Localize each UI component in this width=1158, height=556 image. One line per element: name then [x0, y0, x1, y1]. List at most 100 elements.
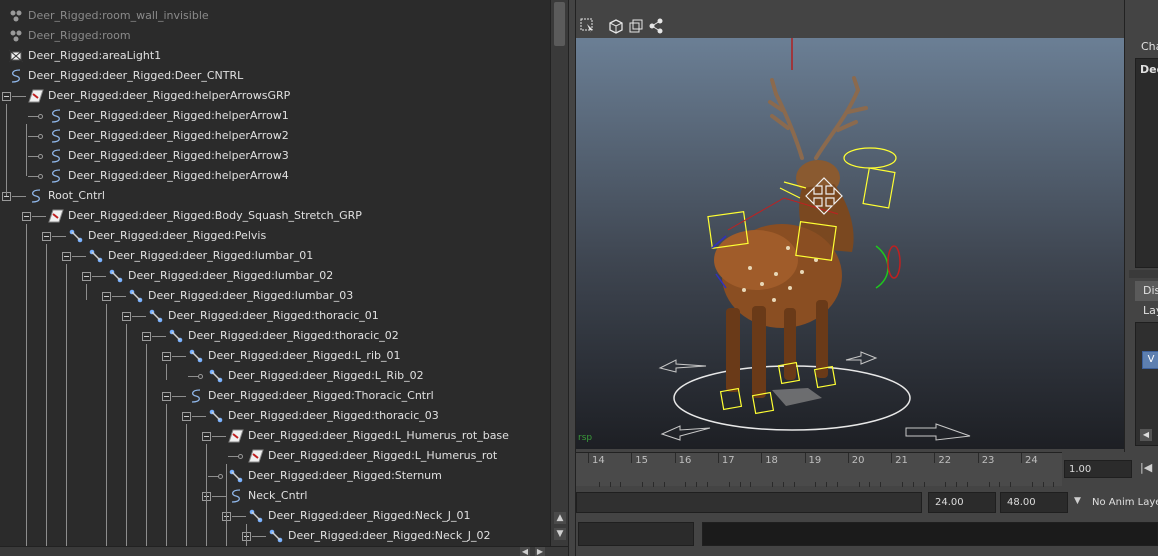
timeline-subtick: [696, 482, 698, 487]
anim-layer-dropdown-icon[interactable]: ▼: [1074, 496, 1081, 506]
time-slider[interactable]: 14 15 16 17 18 19 20 21 22 23 24: [576, 452, 1062, 487]
outliner-item[interactable]: Deer_Rigged:deer_Rigged:helperArrow2: [48, 126, 289, 146]
timeline-tick: [674, 453, 676, 463]
collapse-toggle-icon[interactable]: [202, 432, 211, 441]
outliner-item[interactable]: Deer_Rigged:deer_Rigged:Body_Squash_Stre…: [48, 206, 362, 226]
go-to-start-icon[interactable]: |◀: [1140, 461, 1158, 477]
scroll-down-icon[interactable]: ▼: [554, 528, 566, 540]
outliner-item[interactable]: Neck_Cntrl: [228, 486, 307, 506]
curve-icon: [228, 489, 244, 503]
anim-layer-label[interactable]: No Anim Laye: [1092, 497, 1158, 508]
curve-icon: [48, 109, 64, 123]
outliner-item[interactable]: Deer_Rigged:deer_Rigged:L_Humerus_rot_ba…: [228, 426, 509, 446]
group-icon: [8, 29, 24, 43]
outliner-item[interactable]: Deer_Rigged:deer_Rigged:helperArrow1: [48, 106, 289, 126]
outliner-item[interactable]: Deer_Rigged:room_wall_invisible: [8, 6, 209, 26]
channel-box-tab[interactable]: Cha: [1141, 40, 1158, 53]
collapse-toggle-icon[interactable]: [102, 292, 111, 301]
tree-connector: [192, 416, 206, 417]
tree-connector: [212, 436, 226, 437]
tree-guide-line: [186, 424, 187, 546]
tree-guide-line: [246, 524, 247, 546]
collapse-toggle-icon[interactable]: [122, 312, 131, 321]
outliner-item[interactable]: Deer_Rigged:room: [8, 26, 131, 46]
collapse-toggle-icon[interactable]: [42, 232, 51, 241]
scroll-up-icon[interactable]: ▲: [554, 512, 566, 524]
outliner-item[interactable]: Deer_Rigged:deer_Rigged:Neck_J_01: [248, 506, 470, 526]
range-slider-track[interactable]: [576, 492, 922, 513]
outliner-horizontal-scrollbar[interactable]: ◀ ▶: [0, 546, 568, 556]
camera-icon[interactable]: [628, 18, 644, 34]
layers-menu[interactable]: Lay: [1143, 304, 1158, 317]
outliner-item[interactable]: Deer_Rigged:deer_Rigged:Neck_J_02: [268, 526, 490, 546]
channel-box-separator[interactable]: [1129, 270, 1158, 278]
scrollbar-thumb[interactable]: [554, 2, 565, 46]
outliner-item[interactable]: Deer_Rigged:deer_Rigged:helperArrowsGRP: [28, 86, 290, 106]
joint-icon: [148, 309, 164, 323]
select-icon[interactable]: [580, 18, 596, 34]
collapse-toggle-icon[interactable]: [2, 92, 11, 101]
selected-object-name[interactable]: Dee: [1140, 63, 1158, 76]
cube-icon[interactable]: [608, 18, 624, 34]
playback-end-field[interactable]: 24.00: [928, 492, 996, 513]
tree-connector: [52, 236, 66, 237]
outliner-item[interactable]: Deer_Rigged:deer_Rigged:lumbar_02: [108, 266, 333, 286]
curve-icon: [188, 389, 204, 403]
collapse-toggle-icon[interactable]: [62, 252, 71, 261]
command-input[interactable]: [578, 522, 694, 546]
collapse-toggle-icon[interactable]: [162, 352, 171, 361]
timeline-frame-number: 24: [1025, 455, 1038, 466]
collapse-toggle-icon[interactable]: [82, 272, 91, 281]
outliner-tree: Deer_Rigged:room_wall_invisible Deer_Rigg…: [0, 0, 550, 546]
animation-end-field[interactable]: 48.00: [1000, 492, 1068, 513]
collapse-toggle-icon[interactable]: [162, 392, 171, 401]
timeline-tick: [934, 453, 936, 463]
timeline-subtick: [663, 482, 665, 487]
layer-visibility-toggle[interactable]: V: [1142, 351, 1158, 369]
timeline-subtick: [642, 482, 644, 487]
outliner-item[interactable]: Deer_Rigged:deer_Rigged:Thoracic_Cntrl: [188, 386, 434, 406]
3d-viewport[interactable]: rsp: [576, 38, 1124, 449]
outliner-item[interactable]: Deer_Rigged:deer_Rigged:thoracic_03: [208, 406, 439, 426]
tree-guide-line: [206, 444, 207, 546]
share-icon[interactable]: [648, 18, 664, 34]
outliner-item[interactable]: Root_Cntrl: [28, 186, 105, 206]
tree-connector: [92, 276, 106, 277]
outliner-item[interactable]: Deer_Rigged:deer_Rigged:Pelvis: [68, 226, 266, 246]
outliner-item[interactable]: Deer_Rigged:deer_Rigged:thoracic_01: [148, 306, 379, 326]
outliner-item[interactable]: Deer_Rigged:areaLight1: [8, 46, 161, 66]
outliner-item-label: Deer_Rigged:room_wall_invisible: [28, 9, 209, 22]
outliner-item[interactable]: Deer_Rigged:deer_Rigged:L_Humerus_rot: [248, 446, 497, 466]
scroll-right-icon[interactable]: ▶: [535, 547, 545, 556]
outliner-item[interactable]: Deer_Rigged:deer_Rigged:thoracic_02: [168, 326, 399, 346]
tree-guide-line: [66, 264, 67, 546]
outliner-item[interactable]: Deer_Rigged:deer_Rigged:helperArrow3: [48, 146, 289, 166]
outliner-item[interactable]: Deer_Rigged:deer_Rigged:L_Rib_02: [208, 366, 424, 386]
outliner-item-label: Root_Cntrl: [48, 189, 105, 202]
outliner-item[interactable]: Deer_Rigged:deer_Rigged:lumbar_01: [88, 246, 313, 266]
display-layer-tab[interactable]: Dis: [1135, 281, 1158, 301]
outliner-item-label: Deer_Rigged:deer_Rigged:helperArrow2: [68, 129, 289, 142]
outliner-item[interactable]: Deer_Rigged:deer_Rigged:lumbar_03: [128, 286, 353, 306]
scroll-left-icon[interactable]: ◀: [520, 547, 530, 556]
collapse-toggle-icon[interactable]: [22, 212, 31, 221]
timeline-subtick: [945, 482, 947, 487]
timeline-subtick: [739, 482, 741, 487]
current-time-field[interactable]: 1.00: [1064, 460, 1132, 478]
scroll-left-icon[interactable]: ◀: [1140, 429, 1152, 441]
collapse-toggle-icon[interactable]: [142, 332, 151, 341]
outliner-vertical-scrollbar[interactable]: ▲ ▼: [550, 0, 568, 546]
outliner-item-label: Deer_Rigged:deer_Rigged:thoracic_01: [168, 309, 379, 322]
camera-name-label: rsp: [578, 433, 592, 443]
leaf-node-icon: [238, 454, 243, 459]
timeline-subtick: [869, 482, 871, 487]
tree-connector: [232, 516, 246, 517]
timeline-subtick: [1042, 482, 1044, 487]
collapse-toggle-icon[interactable]: [182, 412, 191, 421]
outliner-item[interactable]: Deer_Rigged:deer_Rigged:helperArrow4: [48, 166, 289, 186]
outliner-item[interactable]: Deer_Rigged:deer_Rigged:L_rib_01: [188, 346, 401, 366]
outliner-item[interactable]: Deer_Rigged:deer_Rigged:Deer_CNTRL: [8, 66, 243, 86]
outliner-item[interactable]: Deer_Rigged:deer_Rigged:Sternum: [228, 466, 442, 486]
panel-splitter[interactable]: [568, 0, 576, 556]
timeline-subtick: [707, 482, 709, 487]
